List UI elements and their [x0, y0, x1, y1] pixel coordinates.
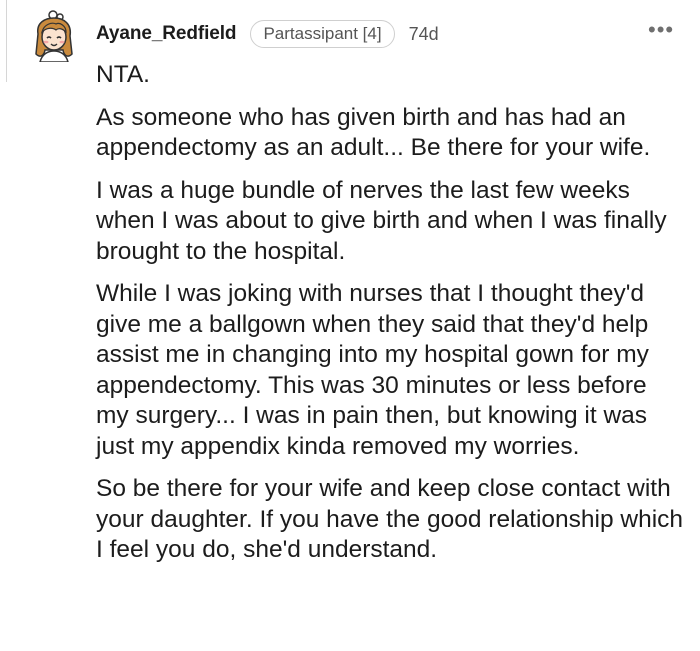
comment-paragraph: So be there for your wife and keep close…: [96, 475, 684, 563]
comment-age: 74d: [408, 23, 439, 44]
thread-line[interactable]: [6, 0, 7, 82]
comment-body: NTA. As someone who has given birth and …: [96, 60, 686, 578]
avatar-icon: [35, 10, 73, 63]
comment-paragraph: As someone who has given birth and has h…: [96, 103, 651, 162]
comment-header: Ayane_Redfield Partassipant [4] 74d: [96, 18, 439, 50]
user-flair-badge: Partassipant [4]: [250, 20, 395, 48]
avatar[interactable]: [30, 10, 78, 63]
comment-paragraph: NTA.: [96, 61, 150, 88]
username[interactable]: Ayane_Redfield: [96, 23, 237, 45]
comment-paragraph: While I was joking with nurses that I th…: [96, 280, 649, 460]
more-options-icon[interactable]: •••: [648, 19, 674, 41]
comment-paragraph: I was a huge bundle of nerves the last f…: [96, 176, 667, 265]
